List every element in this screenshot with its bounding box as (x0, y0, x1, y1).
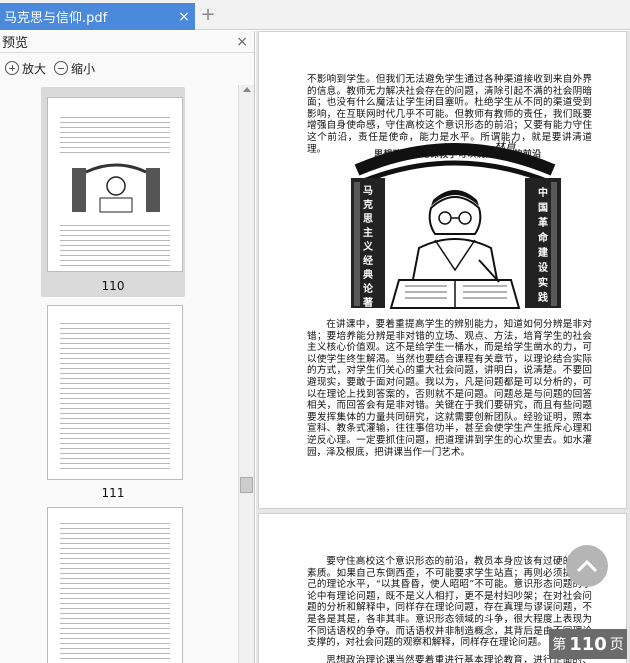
scroll-up-icon[interactable] (243, 87, 251, 92)
book-spine-char: 建 (537, 246, 549, 259)
sidebar-header: 预览 × (0, 31, 254, 53)
page-indicator-prefix: 第 (552, 637, 567, 653)
zoom-toolbar: 放大 缩小 (0, 53, 254, 83)
page-indicator-suffix: 页 (609, 637, 624, 653)
zoom-in-label: 放大 (22, 61, 47, 76)
zoom-out-label: 缩小 (71, 61, 96, 76)
document-page: 不影响到学生。但我们无法避免学生通过各种渠道接收到来自外界的信息。教师无力解决社… (258, 31, 627, 509)
zoom-in-button[interactable]: 放大 (5, 60, 46, 77)
thumbnail-image (47, 305, 183, 480)
cartoon-books-left: 马克思主义经典论著 (362, 185, 374, 309)
book-spine-char: 经 (363, 254, 373, 267)
book-spine-char: 践 (538, 291, 548, 304)
zoom-in-icon (5, 61, 19, 75)
book-spine-char: 命 (537, 231, 549, 244)
cartoon-illustration: 林肖 马克思主义经典论著 中国革命建设实践 (351, 140, 561, 309)
thumbnail-scrollbar[interactable] (238, 85, 254, 663)
preview-sidebar: 预览 × 放大 缩小 110 111 (0, 31, 255, 663)
thumbnail-page-111[interactable]: 111 (41, 301, 185, 501)
scrollbar-thumb[interactable] (240, 477, 253, 493)
book-spine-char: 著 (362, 296, 373, 309)
thumbnail-label: 110 (101, 279, 125, 293)
tab-title: 马克思与信仰.pdf (4, 11, 108, 26)
book-spine-char: 设 (538, 261, 548, 274)
book-spine-char: 典 (363, 268, 373, 281)
book-spine-char: 马 (363, 185, 373, 197)
book-spine-char: 克 (363, 198, 373, 211)
book-spine-char: 国 (538, 202, 548, 214)
zoom-out-icon (54, 61, 69, 75)
new-tab-button[interactable]: + (199, 6, 217, 24)
book-spine-char: 中 (538, 186, 548, 199)
page-paragraph: 在讲课中，要着重提高学生的辨别能力，知道如何分辨是非对错；要培养能分辨是非对错的… (307, 319, 592, 458)
book-spine-char: 义 (363, 240, 374, 253)
document-tab[interactable]: 马克思与信仰.pdf × (0, 3, 195, 30)
book-spine-char: 革 (538, 216, 548, 229)
thumbnail-cartoon-icon (72, 163, 160, 213)
sidebar-close-icon[interactable]: × (236, 34, 248, 50)
cartoon-signature: 林肖 (494, 140, 517, 153)
book-spine-char: 实 (538, 276, 548, 289)
zoom-out-button[interactable]: 缩小 (54, 60, 95, 77)
thumbnail-page-112[interactable] (41, 503, 185, 663)
thumbnail-page-110[interactable]: 110 (41, 87, 185, 297)
book-spine-char: 思 (363, 213, 373, 225)
thumbnail-list: 110 111 (0, 85, 238, 663)
page-indicator-number: 110 (569, 633, 607, 655)
thumbnail-image (47, 97, 183, 272)
tab-close-icon[interactable]: × (173, 9, 195, 25)
thumbnail-image (47, 507, 183, 663)
chevron-up-icon (576, 559, 598, 573)
sidebar-title: 预览 (2, 36, 29, 51)
tab-bar: 马克思与信仰.pdf × + (0, 0, 630, 30)
thumbnail-label: 111 (101, 486, 125, 500)
book-spine-char: 主 (363, 226, 373, 239)
book-spine-char: 论 (363, 282, 374, 295)
back-to-top-button[interactable] (566, 545, 608, 587)
page-indicator: 第 110 页 (549, 629, 627, 659)
